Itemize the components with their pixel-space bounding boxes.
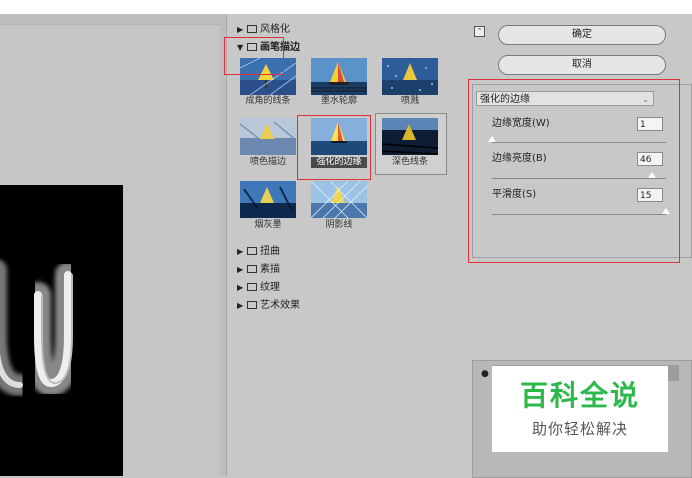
thumbnail-image — [240, 181, 296, 218]
watermark: 百科全说 助你轻松解决 — [492, 366, 668, 452]
category-sketch[interactable]: ▶ 素描 — [237, 264, 280, 276]
filter-label-crosshatch[interactable]: 阴影线 — [304, 220, 374, 231]
category-stylize[interactable]: ▶ 风格化 — [237, 24, 290, 36]
expand-arrow-icon: ▶ — [237, 301, 244, 310]
expand-arrow-icon: ▶ — [237, 265, 244, 274]
preview-letter-u — [0, 259, 81, 396]
cancel-button[interactable]: 取消 — [498, 55, 666, 75]
thumbnail-image — [240, 118, 296, 155]
thumbnail-image — [311, 58, 367, 95]
eye-icon[interactable]: ● — [481, 369, 489, 379]
thumbnail-image — [382, 118, 438, 155]
thumb-ink-outlines[interactable] — [311, 58, 367, 95]
expand-arrow-icon: ▶ — [237, 247, 244, 256]
highlight-box-settings — [468, 79, 680, 263]
collapse-icon[interactable]: ⌃ — [474, 26, 485, 37]
highlight-box-filter — [297, 115, 371, 180]
folder-icon — [247, 265, 257, 273]
thumb-sumi-e[interactable] — [240, 181, 296, 218]
watermark-subtitle: 助你轻松解决 — [531, 420, 628, 438]
filter-label-dark-strokes[interactable]: 深色线条 — [375, 157, 445, 168]
preview-canvas[interactable] — [0, 185, 123, 476]
filter-label-angled-strokes[interactable]: 成角的线条 — [233, 96, 303, 107]
thumbnail-image — [311, 181, 367, 218]
thumbnail-image — [382, 58, 438, 95]
filter-label-sprayed-strokes[interactable]: 喷色描边 — [233, 157, 303, 168]
folder-icon — [247, 283, 257, 291]
expand-arrow-icon: ▶ — [237, 25, 244, 34]
category-texture[interactable]: ▶ 纹理 — [237, 282, 280, 294]
thumb-crosshatch[interactable] — [311, 181, 367, 218]
filter-label-sumi-e[interactable]: 烟灰墨 — [233, 220, 303, 231]
thumb-spatter[interactable] — [382, 58, 438, 95]
filter-label-spatter[interactable]: 喷溅 — [375, 96, 445, 107]
category-distort[interactable]: ▶ 扭曲 — [237, 246, 280, 258]
top-strip — [0, 0, 692, 14]
expand-arrow-icon: ▶ — [237, 283, 244, 292]
watermark-title: 百科全说 — [519, 379, 640, 412]
highlight-box-category — [224, 37, 284, 75]
thumb-sprayed-strokes[interactable] — [240, 118, 296, 155]
filter-label-ink-outlines[interactable]: 墨水轮廓 — [304, 96, 374, 107]
thumb-dark-strokes[interactable] — [382, 118, 438, 155]
folder-icon — [247, 247, 257, 255]
folder-icon — [247, 301, 257, 309]
folder-icon — [247, 25, 257, 33]
category-artistic[interactable]: ▶ 艺术效果 — [237, 300, 300, 312]
ok-button[interactable]: 确定 — [498, 25, 666, 45]
